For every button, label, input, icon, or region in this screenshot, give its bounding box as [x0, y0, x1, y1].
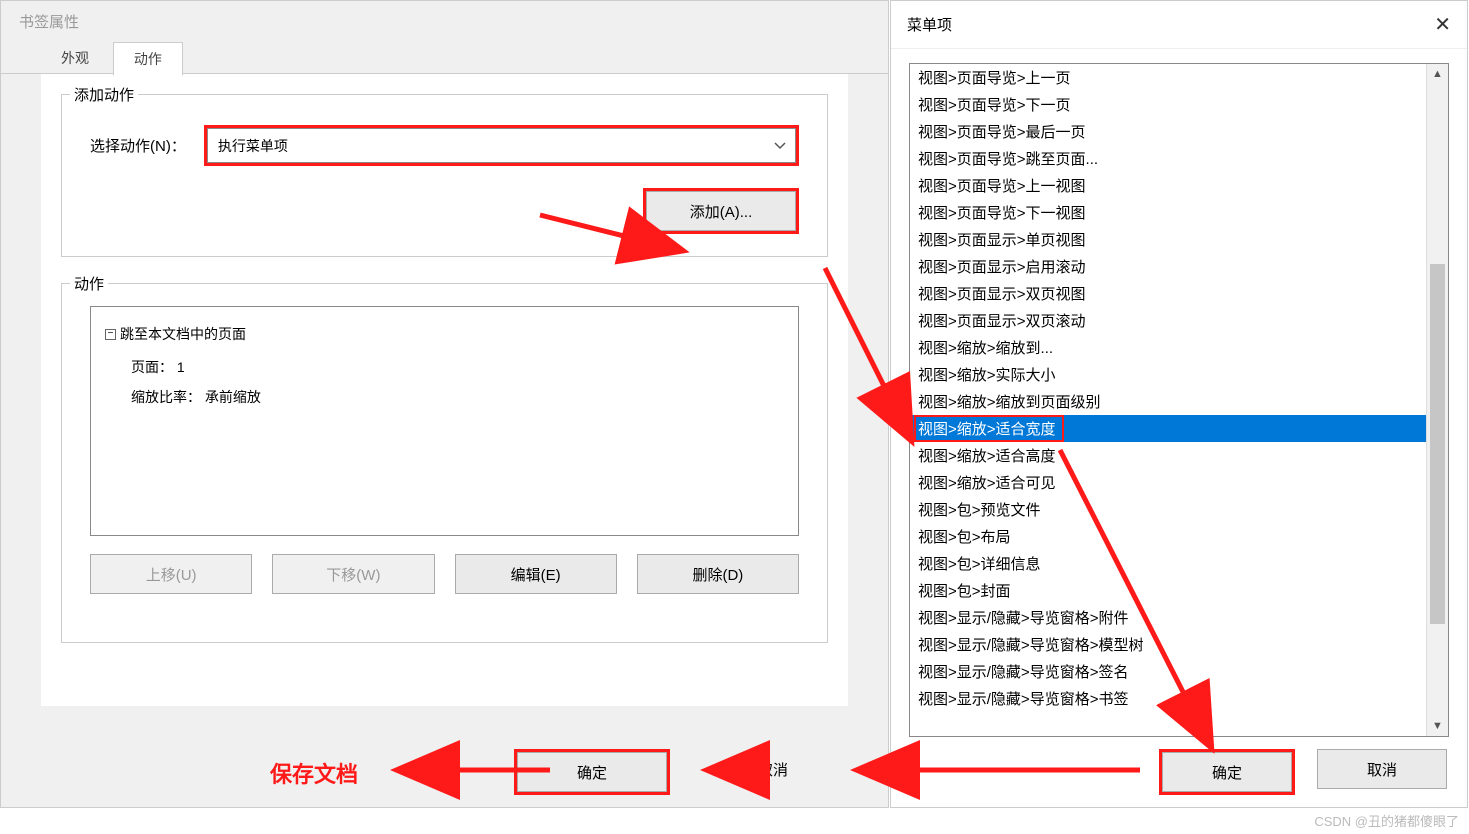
dialog-title: 书签属性: [1, 1, 888, 41]
scrollbar-thumb[interactable]: [1430, 264, 1445, 624]
menu-item[interactable]: 视图>显示/隐藏>导览窗格>书签: [910, 685, 1426, 712]
right-dialog-footer: 确定 取消: [1159, 749, 1447, 795]
scroll-down-icon[interactable]: ▼: [1427, 716, 1448, 736]
add-action-group: 添加动作 选择动作(N)： 执行菜单项 添加(A)...: [61, 94, 828, 257]
menu-dialog-title: 菜单项: [907, 14, 952, 35]
menu-list-container: 视图>页面导览>上一页视图>页面导览>下一页视图>页面导览>最后一页视图>页面导…: [909, 63, 1449, 737]
chevron-down-icon: [771, 137, 789, 155]
move-down-button[interactable]: 下移(W): [272, 554, 434, 594]
tree-head-label: 跳至本文档中的页面: [120, 324, 246, 344]
menu-item[interactable]: 视图>包>封面: [910, 577, 1426, 604]
bookmark-properties-dialog: 书签属性 外观 动作 添加动作 选择动作(N)： 执行菜单项: [0, 0, 889, 808]
menu-item[interactable]: 视图>页面导览>下一视图: [910, 199, 1426, 226]
select-action-dropdown[interactable]: 执行菜单项: [207, 128, 796, 163]
page-label: 页面：: [131, 359, 173, 375]
menu-list[interactable]: 视图>页面导览>上一页视图>页面导览>下一页视图>页面导览>最后一页视图>页面导…: [910, 64, 1426, 736]
page-value: 1: [177, 359, 185, 375]
menu-item[interactable]: 视图>页面导览>跳至页面...: [910, 145, 1426, 172]
menu-item[interactable]: 视图>缩放>适合可见: [910, 469, 1426, 496]
menu-item-dialog: 菜单项 ✕ 视图>页面导览>上一页视图>页面导览>下一页视图>页面导览>最后一页…: [890, 0, 1468, 808]
tree-child-zoom: 缩放比率： 承前缩放: [105, 377, 784, 407]
left-cancel-button[interactable]: 取消: [698, 749, 848, 789]
right-ok-highlight: 确定: [1159, 749, 1295, 795]
menu-item[interactable]: 视图>页面显示>双页滚动: [910, 307, 1426, 334]
add-button-highlight: 添加(A)...: [643, 188, 799, 234]
menu-item[interactable]: 视图>显示/隐藏>导览窗格>附件: [910, 604, 1426, 631]
close-icon[interactable]: ✕: [1434, 12, 1451, 37]
menu-item[interactable]: 视图>包>预览文件: [910, 496, 1426, 523]
menu-item[interactable]: 视图>缩放>适合高度: [910, 442, 1426, 469]
menu-item[interactable]: 视图>缩放>缩放到...: [910, 334, 1426, 361]
menu-item[interactable]: 视图>显示/隐藏>导览窗格>签名: [910, 658, 1426, 685]
left-ok-button[interactable]: 确定: [517, 752, 667, 792]
menu-item[interactable]: 视图>显示/隐藏>导览窗格>模型树: [910, 631, 1426, 658]
tree-child-page: 页面： 1: [105, 347, 784, 377]
scrollbar[interactable]: ▲ ▼: [1426, 64, 1448, 736]
menu-item[interactable]: 视图>页面导览>上一视图: [910, 172, 1426, 199]
tab-action[interactable]: 动作: [113, 42, 183, 76]
menu-item[interactable]: 视图>页面显示>启用滚动: [910, 253, 1426, 280]
menu-item[interactable]: 视图>页面显示>单页视图: [910, 226, 1426, 253]
menu-item[interactable]: 视图>页面导览>最后一页: [910, 118, 1426, 145]
tab-strip: 外观 动作: [1, 41, 888, 74]
menu-item[interactable]: 视图>页面显示>双页视图: [910, 280, 1426, 307]
scroll-up-icon[interactable]: ▲: [1427, 64, 1448, 84]
collapse-icon[interactable]: −: [105, 329, 116, 340]
menu-item[interactable]: 视图>包>布局: [910, 523, 1426, 550]
zoom-value: 承前缩放: [205, 389, 261, 405]
right-ok-button[interactable]: 确定: [1162, 752, 1292, 792]
annotation-save-doc: 保存文档: [270, 757, 358, 789]
menu-item[interactable]: 视图>缩放>适合宽度: [910, 415, 1426, 442]
action-list-group: 动作 − 跳至本文档中的页面 页面： 1 缩放比率： 承前缩放 上移(U) 下移…: [61, 283, 828, 643]
add-button[interactable]: 添加(A)...: [646, 191, 796, 231]
select-action-value: 执行菜单项: [218, 136, 771, 156]
delete-button[interactable]: 删除(D): [637, 554, 799, 594]
ok-button-highlight: 确定: [514, 749, 670, 795]
select-action-highlight: 执行菜单项: [204, 125, 799, 166]
right-cancel-button[interactable]: 取消: [1317, 749, 1447, 789]
action-list-legend: 动作: [70, 273, 108, 294]
menu-item[interactable]: 视图>页面导览>下一页: [910, 91, 1426, 118]
tab-appearance[interactable]: 外观: [41, 42, 109, 74]
tab-body: 添加动作 选择动作(N)： 执行菜单项 添加(A)...: [41, 74, 848, 706]
edit-button[interactable]: 编辑(E): [455, 554, 617, 594]
tree-head-row[interactable]: − 跳至本文档中的页面: [105, 321, 784, 347]
watermark: CSDN @丑的猪都傻眼了: [1314, 811, 1459, 830]
menu-item[interactable]: 视图>包>详细信息: [910, 550, 1426, 577]
menu-item[interactable]: 视图>页面导览>上一页: [910, 64, 1426, 91]
select-action-label: 选择动作(N)：: [90, 135, 186, 156]
zoom-label: 缩放比率：: [131, 389, 201, 405]
move-up-button[interactable]: 上移(U): [90, 554, 252, 594]
menu-item[interactable]: 视图>缩放>缩放到页面级别: [910, 388, 1426, 415]
left-dialog-footer: 确定 取消: [1, 749, 888, 795]
action-list-box[interactable]: − 跳至本文档中的页面 页面： 1 缩放比率： 承前缩放: [90, 306, 799, 536]
menu-item[interactable]: 视图>缩放>实际大小: [910, 361, 1426, 388]
add-action-legend: 添加动作: [70, 84, 138, 105]
